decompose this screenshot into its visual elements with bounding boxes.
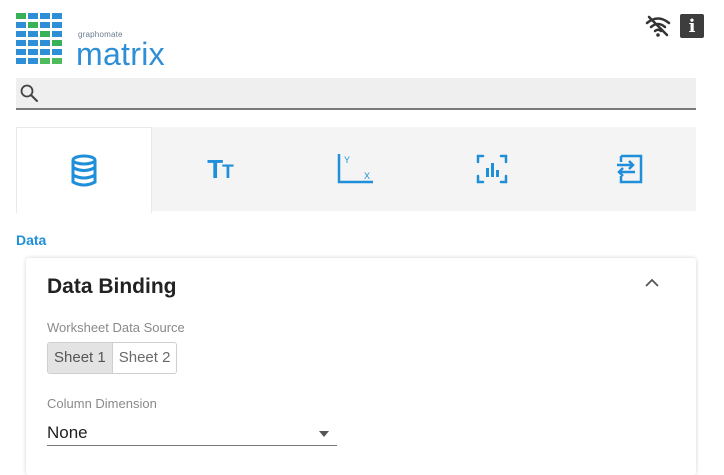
sheet-1-option[interactable]: Sheet 1 (48, 343, 113, 373)
tab-axes[interactable]: Y X (288, 127, 424, 211)
worksheet-selector: Sheet 1 Sheet 2 (47, 342, 178, 374)
wifi-off-icon[interactable] (644, 14, 672, 38)
data-binding-panel: Data Binding Worksheet Data Source Sheet… (26, 258, 696, 475)
header-actions: i (644, 14, 704, 38)
database-icon (71, 154, 97, 186)
svg-text:X: X (364, 171, 370, 181)
svg-text:Y: Y (344, 155, 350, 165)
settings-tab-bar: TT Y X (16, 127, 696, 213)
caret-down-icon (319, 431, 329, 437)
sheet-2-option[interactable]: Sheet 2 (112, 343, 177, 373)
tab-text[interactable]: TT (152, 127, 288, 211)
info-icon-label: i (688, 15, 696, 37)
app-logo: graphomate matrix (16, 13, 176, 71)
tab-chart[interactable] (424, 127, 560, 211)
column-dimension-value: None (47, 423, 88, 442)
search-icon (20, 84, 38, 102)
worksheet-source-label: Worksheet Data Source (47, 320, 185, 335)
column-dimension-select[interactable]: None (47, 421, 337, 446)
bar-chart-icon (476, 154, 508, 184)
text-size-icon: TT (207, 153, 233, 184)
tab-data[interactable] (16, 127, 152, 213)
axis-icon: Y X (337, 154, 373, 184)
import-export-icon (617, 154, 643, 184)
logo-product-text: matrix (76, 36, 165, 72)
search-bar[interactable] (16, 78, 696, 110)
chevron-up-icon[interactable] (644, 278, 660, 288)
info-icon[interactable]: i (680, 14, 704, 38)
panel-title: Data Binding (47, 275, 177, 298)
search-input[interactable] (48, 82, 682, 106)
matrix-logo-icon (16, 13, 62, 64)
section-title: Data (16, 232, 47, 248)
column-dimension-label: Column Dimension (47, 396, 157, 411)
tab-export[interactable] (560, 127, 696, 211)
